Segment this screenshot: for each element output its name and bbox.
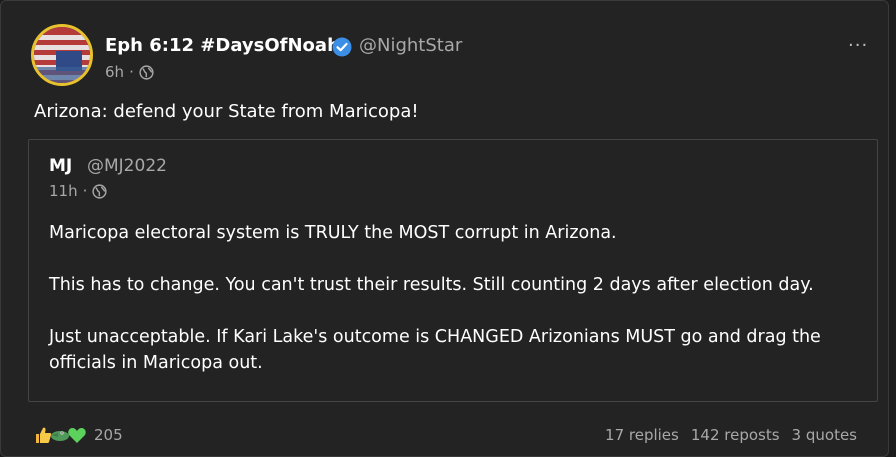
- globe-icon: [92, 183, 107, 199]
- quote-time[interactable]: 11h: [49, 182, 78, 200]
- globe-icon: [139, 64, 154, 80]
- post-stats: 17 replies 142 reposts 3 quotes: [593, 426, 857, 444]
- quotes-link[interactable]: 3 quotes: [792, 426, 857, 444]
- quote-paragraph: Maricopa electoral system is TRULY the M…: [49, 223, 617, 243]
- quote-author-name[interactable]: MJ: [49, 156, 72, 176]
- reaction-count: 205: [94, 426, 123, 444]
- quote-body: Maricopa electoral system is TRULY the M…: [49, 220, 859, 402]
- post-time[interactable]: 6h: [105, 63, 124, 81]
- reactions-summary[interactable]: 205: [33, 425, 123, 445]
- quote-paragraph: Just unacceptable. If Kari Lake's outcom…: [49, 327, 821, 373]
- author-name[interactable]: Eph 6:12 #DaysOfNoah: [105, 35, 340, 56]
- reposts-link[interactable]: 142 reposts: [691, 426, 780, 444]
- quote-meta: 11h ·: [49, 182, 107, 200]
- post-meta: 6h ·: [105, 63, 154, 81]
- replies-link[interactable]: 17 replies: [605, 426, 679, 444]
- quote-paragraph: This has to change. You can't trust thei…: [49, 275, 814, 295]
- meta-separator: ·: [129, 63, 134, 81]
- meta-separator: ·: [82, 182, 88, 200]
- avatar[interactable]: [31, 24, 93, 86]
- author-handle[interactable]: @NightStar: [359, 35, 462, 56]
- quote-author-handle[interactable]: @MJ2022: [87, 156, 167, 176]
- quoted-post[interactable]: MJ @MJ2022 11h · Maricopa electoral syst…: [28, 139, 878, 402]
- post-text: Arizona: defend your State from Maricopa…: [34, 101, 419, 122]
- post-card: Eph 6:12 #DaysOfNoah @NightStar 6h · ···…: [0, 0, 889, 457]
- verified-badge-icon: [332, 37, 352, 57]
- flag-avatar-image: [34, 27, 90, 83]
- more-options-button[interactable]: ···: [848, 35, 868, 56]
- green-heart-icon: [68, 428, 86, 443]
